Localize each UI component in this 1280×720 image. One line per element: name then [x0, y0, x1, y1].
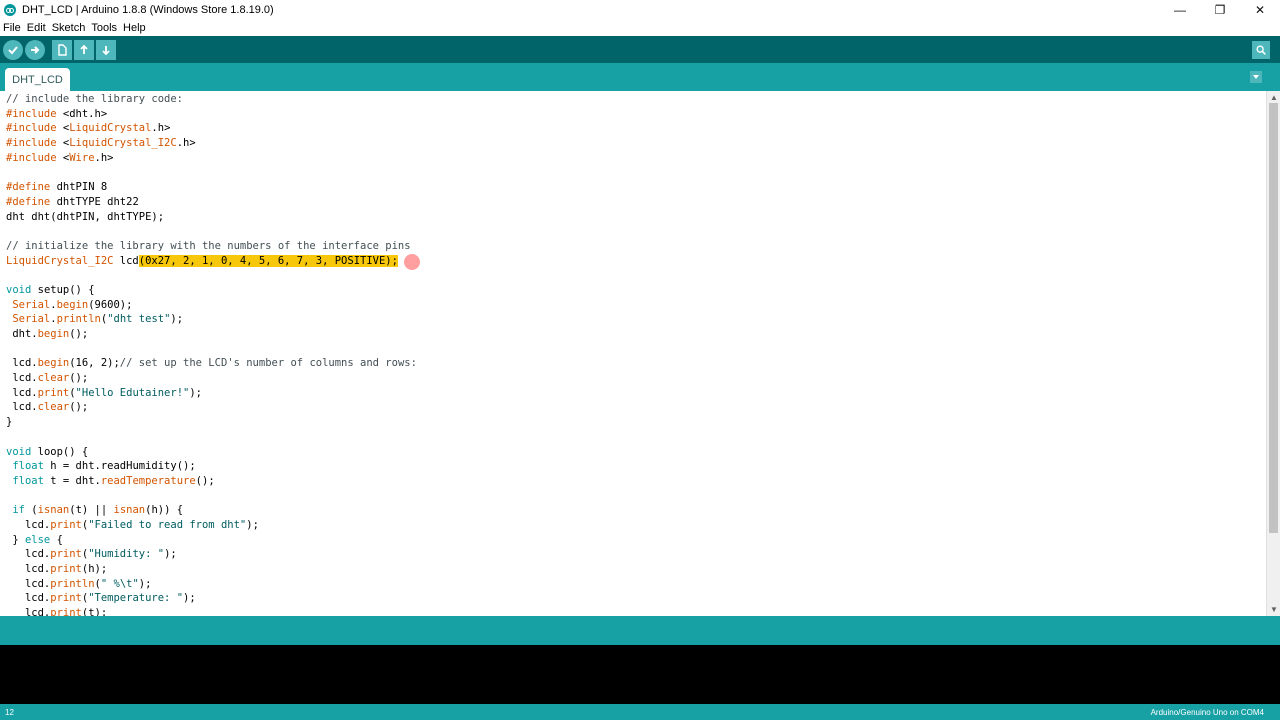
console-output — [0, 645, 1280, 704]
code-line[interactable]: lcd.print(t); — [6, 606, 417, 616]
serial-monitor-button[interactable] — [1252, 41, 1270, 59]
code-line[interactable]: dht dht(dhtPIN, dhtTYPE); — [6, 210, 417, 225]
code-line[interactable]: float t = dht.readTemperature(); — [6, 474, 417, 489]
code-text[interactable]: // include the library code: #include <dh… — [6, 92, 417, 616]
code-line[interactable]: void loop() { — [6, 445, 417, 460]
bottom-status-bar: 12 Arduino/Genuino Uno on COM4 — [0, 704, 1280, 720]
line-number: 12 — [5, 707, 14, 717]
code-line[interactable]: } else { — [6, 533, 417, 548]
code-line[interactable]: lcd.clear(); — [6, 400, 417, 415]
toolbar — [0, 36, 1280, 63]
tabs-bar: DHT_LCD — [0, 63, 1280, 91]
verify-icon — [8, 46, 18, 55]
mouse-cursor-highlight — [404, 254, 420, 270]
code-line[interactable]: // include the library code: — [6, 92, 417, 107]
menu-sketch[interactable]: Sketch — [52, 22, 86, 34]
verify-button[interactable] — [3, 40, 23, 60]
scroll-down-arrow-icon[interactable]: ▼ — [1270, 605, 1278, 614]
tab-menu-button[interactable] — [1250, 71, 1262, 83]
code-line[interactable]: #include <LiquidCrystal.h> — [6, 121, 417, 136]
open-icon — [80, 44, 88, 54]
code-line[interactable]: lcd.print("Failed to read from dht"); — [6, 518, 417, 533]
serial-monitor-icon — [1256, 45, 1266, 55]
code-line[interactable] — [6, 224, 417, 239]
window-controls: — ❐ ✕ — [1160, 0, 1280, 20]
save-button[interactable] — [96, 40, 116, 60]
upload-icon — [31, 46, 40, 54]
minimize-button[interactable]: — — [1160, 0, 1200, 20]
save-icon — [102, 46, 110, 56]
code-line[interactable]: lcd.begin(16, 2);// set up the LCD's num… — [6, 356, 417, 371]
menu-file[interactable]: File — [3, 22, 21, 34]
maximize-button[interactable]: ❐ — [1200, 0, 1240, 20]
code-line[interactable]: #include <LiquidCrystal_I2C.h> — [6, 136, 417, 151]
code-line[interactable]: lcd.clear(); — [6, 371, 417, 386]
code-line[interactable]: Serial.println("dht test"); — [6, 312, 417, 327]
menu-tools[interactable]: Tools — [91, 22, 117, 34]
menu-bar: File Edit Sketch Tools Help — [0, 20, 1280, 36]
menu-help[interactable]: Help — [123, 22, 146, 34]
new-icon — [58, 44, 67, 56]
code-line[interactable]: // initialize the library with the numbe… — [6, 239, 417, 254]
scroll-up-arrow-icon[interactable]: ▲ — [1270, 93, 1278, 102]
scrollbar-thumb[interactable] — [1269, 103, 1278, 533]
code-line[interactable]: dht.begin(); — [6, 327, 417, 342]
code-line[interactable]: float h = dht.readHumidity(); — [6, 459, 417, 474]
code-line[interactable]: lcd.print("Humidity: "); — [6, 547, 417, 562]
code-line[interactable] — [6, 268, 417, 283]
code-line[interactable]: lcd.print(h); — [6, 562, 417, 577]
code-editor[interactable]: // include the library code: #include <dh… — [0, 91, 1266, 616]
editor-vertical-scrollbar[interactable]: ▲ ▼ — [1266, 91, 1280, 616]
title-bar: DHT_LCD | Arduino 1.8.8 (Windows Store 1… — [0, 0, 1280, 20]
new-button[interactable] — [52, 40, 72, 60]
code-line[interactable] — [6, 342, 417, 357]
code-line[interactable]: Serial.begin(9600); — [6, 298, 417, 313]
code-line[interactable]: #define dhtPIN 8 — [6, 180, 417, 195]
code-line[interactable]: } — [6, 415, 417, 430]
board-port-info: Arduino/Genuino Uno on COM4 — [1150, 707, 1264, 717]
close-button[interactable]: ✕ — [1240, 0, 1280, 20]
menu-edit[interactable]: Edit — [27, 22, 46, 34]
tab-dht-lcd[interactable]: DHT_LCD — [5, 68, 70, 91]
code-line[interactable]: #include <Wire.h> — [6, 151, 417, 166]
highlighted-code-line[interactable]: LiquidCrystal_I2C lcd(0x27, 2, 1, 0, 4, … — [6, 254, 417, 269]
code-line[interactable]: if (isnan(t) || isnan(h)) { — [6, 503, 417, 518]
window-title: DHT_LCD | Arduino 1.8.8 (Windows Store 1… — [22, 4, 274, 16]
code-line[interactable]: lcd.print("Temperature: "); — [6, 591, 417, 606]
upload-button[interactable] — [25, 40, 45, 60]
arduino-logo-icon — [4, 4, 16, 16]
code-line[interactable]: lcd.print("Hello Edutainer!"); — [6, 386, 417, 401]
message-bar — [0, 616, 1280, 645]
code-line[interactable]: #include <dht.h> — [6, 107, 417, 122]
code-line[interactable] — [6, 430, 417, 445]
code-line[interactable] — [6, 165, 417, 180]
code-line[interactable] — [6, 489, 417, 504]
chevron-down-icon — [1253, 75, 1259, 79]
open-button[interactable] — [74, 40, 94, 60]
code-line[interactable]: #define dhtTYPE dht22 — [6, 195, 417, 210]
code-line[interactable]: lcd.println(" %\t"); — [6, 577, 417, 592]
code-line[interactable]: void setup() { — [6, 283, 417, 298]
